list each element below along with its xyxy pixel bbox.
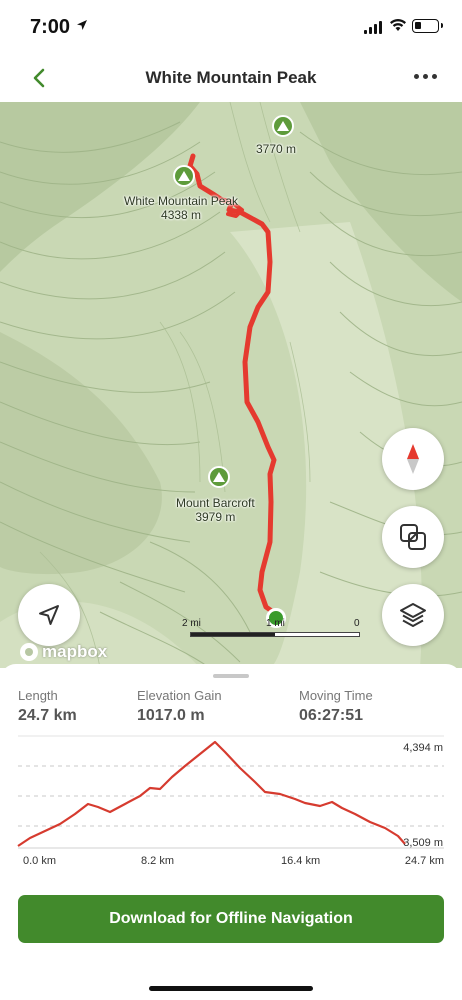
download-offline-button[interactable]: Download for Offline Navigation (18, 895, 444, 943)
stat-label: Elevation Gain (137, 688, 222, 703)
navigation-arrow-icon (39, 605, 59, 625)
mountain-icon (277, 121, 289, 131)
map-view[interactable]: 3770 m White Mountain Peak 4338 m Mount … (0, 102, 462, 668)
cellular-signal-icon (364, 21, 382, 34)
compass-icon (407, 444, 419, 474)
scale-label-middle: 1 mi (266, 618, 285, 629)
mapbox-logo[interactable]: mapbox (20, 642, 107, 662)
topographic-terrain (0, 102, 462, 668)
peak-label-mount-barcroft: Mount Barcroft 3979 m (176, 496, 255, 524)
peak-marker-3770[interactable] (272, 115, 294, 137)
home-indicator[interactable] (149, 986, 313, 991)
overlay-squares-icon (400, 524, 426, 550)
x-axis-label: 16.4 km (281, 855, 320, 867)
battery-icon (412, 19, 443, 33)
x-axis-label: 24.7 km (405, 855, 444, 867)
scale-label-left: 2 mi (182, 618, 201, 629)
page-title: White Mountain Peak (145, 68, 317, 87)
stat-label: Length (18, 688, 58, 703)
peak-marker-white-mountain[interactable] (173, 165, 195, 187)
peak-label-white-mountain: White Mountain Peak 4338 m (124, 194, 239, 222)
compass-button[interactable] (382, 428, 444, 490)
nav-header: White Mountain Peak (0, 54, 462, 102)
status-time: 7:00 (30, 16, 71, 38)
layers-icon (400, 603, 426, 627)
location-arrow-icon (77, 20, 87, 30)
elevation-profile-line (17, 740, 406, 847)
y-axis-max-label: 4,394 m (403, 742, 443, 754)
stat-length: Length 24.7 km (18, 688, 77, 725)
mountain-icon (213, 472, 225, 482)
map-style-button[interactable] (382, 506, 444, 568)
stat-elevation-gain: Elevation Gain 1017.0 m (137, 688, 222, 725)
peak-marker-mount-barcroft[interactable] (208, 466, 230, 488)
x-axis-label: 0.0 km (23, 855, 56, 867)
y-axis-min-label: 3,509 m (403, 837, 443, 849)
x-axis-label: 8.2 km (141, 855, 174, 867)
more-options-button[interactable] (414, 74, 437, 79)
my-location-button[interactable] (18, 584, 80, 646)
stat-value: 24.7 km (18, 707, 77, 724)
route-details-sheet: Length 24.7 km Elevation Gain 1017.0 m M… (0, 664, 462, 1000)
stat-label: Moving Time (299, 688, 373, 703)
stat-value: 06:27:51 (299, 707, 364, 724)
scale-label-right: 0 (354, 618, 360, 629)
stat-moving-time: Moving Time 06:27:51 (299, 688, 373, 725)
sheet-grabber[interactable] (213, 674, 249, 678)
more-dots-icon (414, 74, 419, 79)
elevation-profile-chart[interactable]: 4,394 m 3,509 m 0.0 km 8.2 km 16.4 km 24… (0, 734, 462, 874)
status-bar: 7:00 (0, 0, 462, 54)
stat-value: 1017.0 m (137, 707, 205, 724)
mountain-icon (178, 171, 190, 181)
map-layers-button[interactable] (382, 584, 444, 646)
wifi-icon (390, 19, 406, 31)
map-scale: 2 mi 1 mi 0 (182, 618, 360, 637)
peak-label-3770: 3770 m (256, 142, 297, 156)
